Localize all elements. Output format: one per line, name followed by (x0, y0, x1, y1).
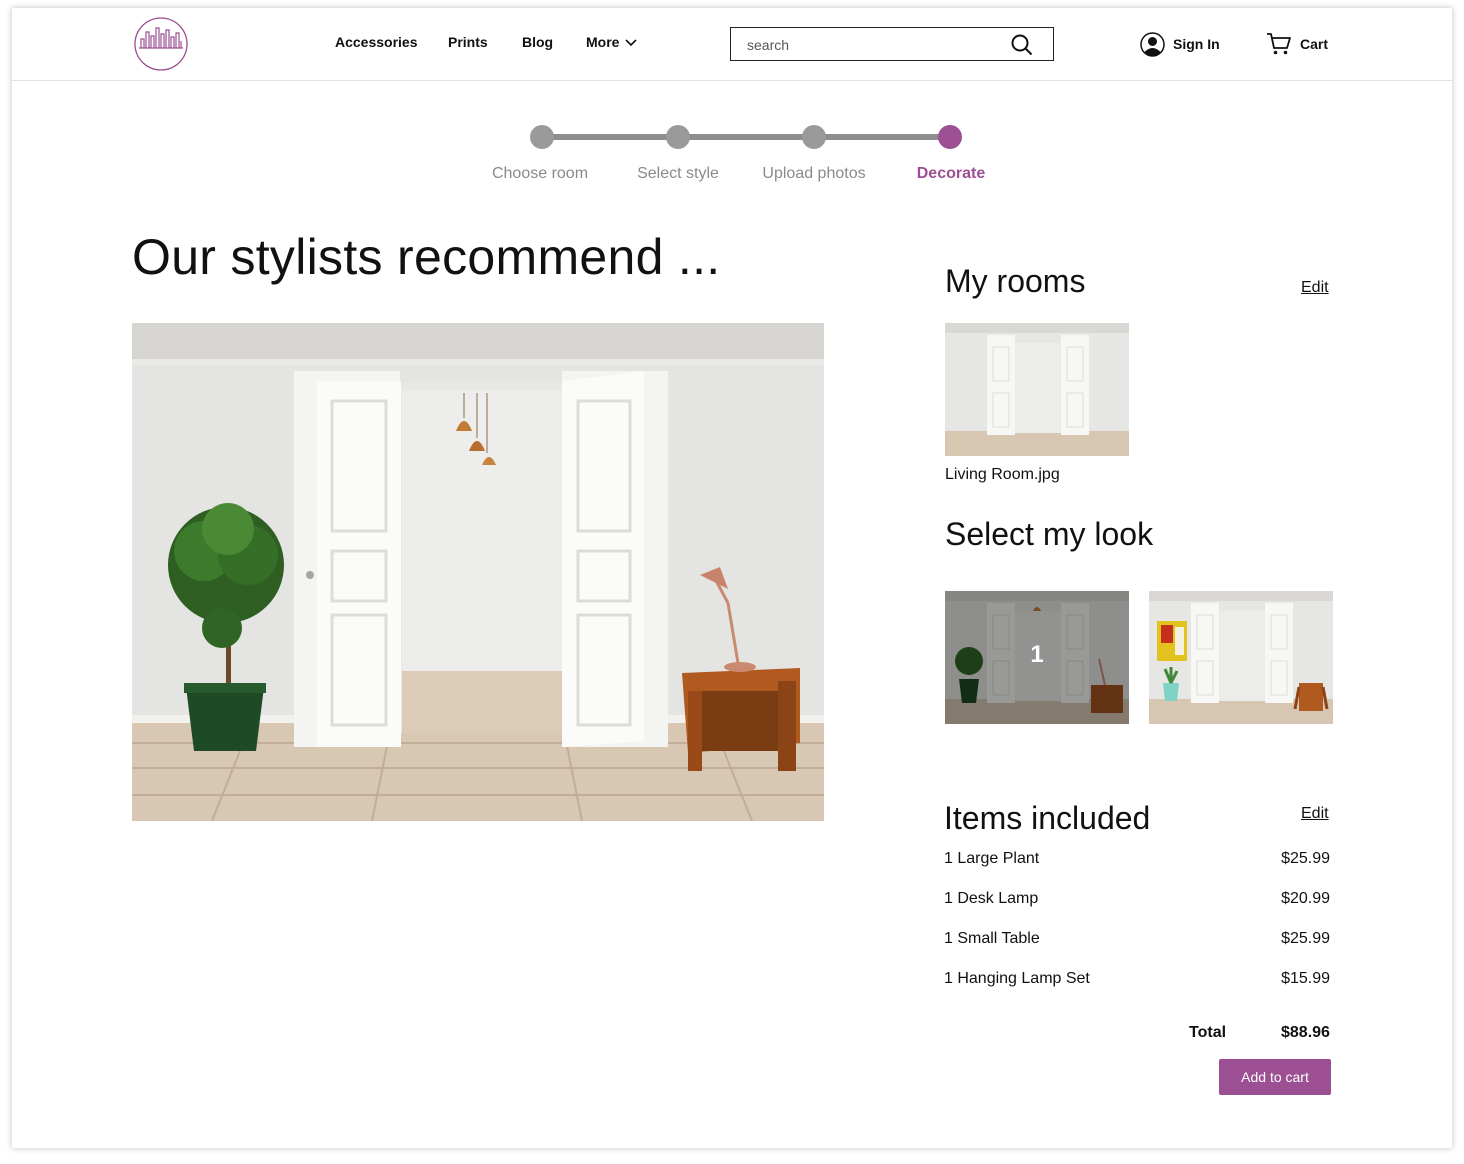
user-icon (1140, 31, 1165, 57)
nav-prints[interactable]: Prints (448, 34, 488, 50)
step-label-choose-room[interactable]: Choose room (470, 165, 610, 183)
stepper-track (542, 134, 950, 140)
look-option-2-image (1149, 591, 1333, 724)
item-row: 1 Large Plant $25.99 (944, 850, 1330, 868)
item-name: 1 Desk Lamp (944, 890, 1039, 907)
nav-blog[interactable]: Blog (522, 34, 553, 50)
progress-stepper: Choose room Select style Upload photos D… (12, 118, 1452, 198)
decorated-room-image (132, 323, 824, 821)
search-icon[interactable] (1011, 34, 1033, 56)
search-input[interactable] (745, 34, 1009, 56)
room-filename: Living Room.jpg (945, 466, 1060, 483)
my-rooms-heading: My rooms (945, 263, 1086, 299)
step-dot-choose-room[interactable] (530, 125, 554, 149)
look-option-1-number: 1 (1030, 641, 1044, 668)
sign-in-label: Sign In (1173, 36, 1220, 52)
look-option-1[interactable]: 1 (945, 591, 1129, 724)
select-look-heading: Select my look (945, 516, 1154, 552)
room-illustration (132, 323, 824, 821)
item-row: 1 Hanging Lamp Set $15.99 (944, 970, 1330, 988)
sign-in-button[interactable]: Sign In (1140, 31, 1220, 57)
item-price: $25.99 (1281, 930, 1330, 947)
item-price: $15.99 (1281, 970, 1330, 987)
room-thumbnail-image (945, 323, 1129, 456)
add-to-cart-button[interactable]: Add to cart (1219, 1059, 1331, 1095)
step-label-upload-photos[interactable]: Upload photos (744, 165, 884, 183)
step-dot-decorate[interactable] (938, 125, 962, 149)
search-box (730, 27, 1054, 61)
city-skyline-logo[interactable] (134, 17, 188, 71)
items-included-heading: Items included (944, 800, 1151, 836)
item-name: 1 Hanging Lamp Set (944, 970, 1090, 987)
nav-more-label: More (586, 34, 620, 50)
page-frame: Accessories Prints Blog More Sign In Car… (12, 8, 1452, 1148)
page-title: Our stylists recommend ... (132, 229, 721, 285)
step-dot-select-style[interactable] (666, 125, 690, 149)
total-value: $88.96 (1281, 1024, 1330, 1041)
step-dot-upload-photos[interactable] (802, 125, 826, 149)
cart-label: Cart (1300, 36, 1329, 52)
item-price: $25.99 (1281, 850, 1330, 867)
cart-icon (1267, 33, 1291, 55)
items-edit-link[interactable]: Edit (1301, 805, 1329, 823)
site-header: Accessories Prints Blog More Sign In Car… (12, 8, 1452, 81)
item-name: 1 Small Table (944, 930, 1040, 947)
item-price: $20.99 (1281, 890, 1330, 907)
item-name: 1 Large Plant (944, 850, 1040, 867)
nav-accessories[interactable]: Accessories (335, 34, 418, 50)
total-label: Total (1189, 1024, 1227, 1041)
cart-button[interactable]: Cart (1266, 31, 1328, 57)
step-label-decorate[interactable]: Decorate (881, 165, 1021, 183)
look-option-2[interactable] (1149, 591, 1333, 724)
room-thumbnail[interactable] (945, 323, 1129, 456)
item-row: 1 Small Table $25.99 (944, 930, 1330, 948)
step-label-select-style[interactable]: Select style (608, 165, 748, 183)
chevron-down-icon (625, 39, 638, 47)
nav-more[interactable]: More (586, 34, 638, 50)
my-rooms-edit-link[interactable]: Edit (1301, 279, 1329, 297)
item-row: 1 Desk Lamp $20.99 (944, 890, 1330, 908)
